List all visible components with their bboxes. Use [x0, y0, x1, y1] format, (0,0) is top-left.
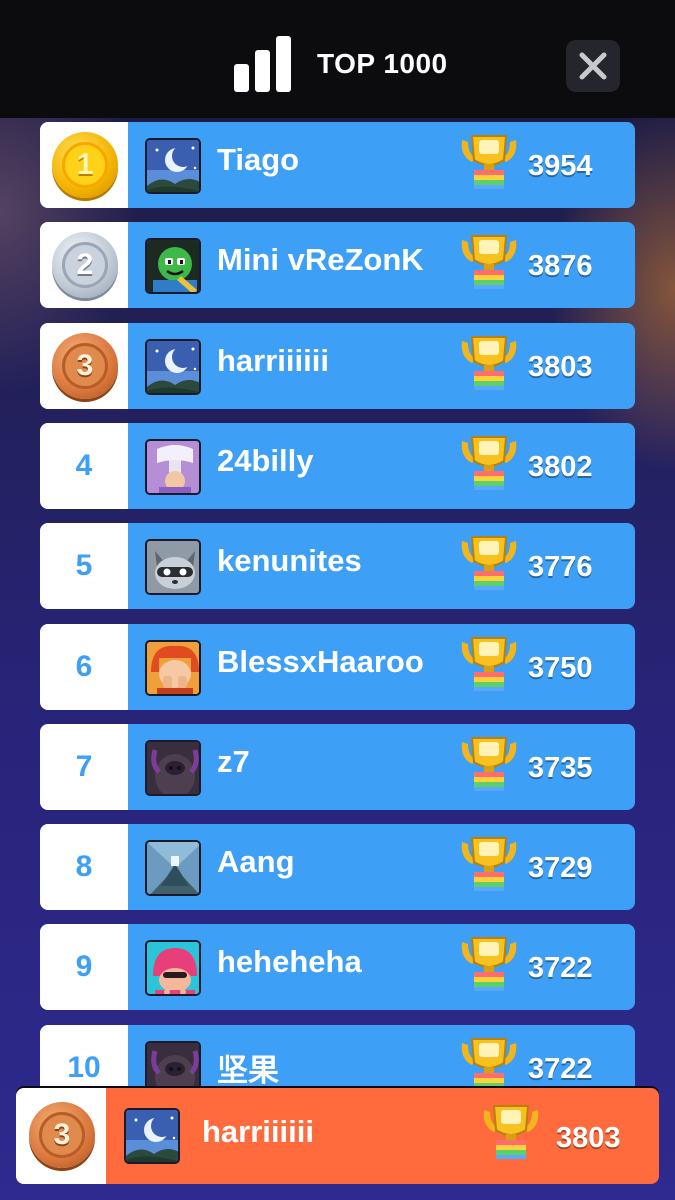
rank-cell: 1: [40, 122, 128, 208]
player-name: Mini vReZonK: [217, 242, 424, 277]
trophy-icon: [458, 736, 520, 792]
leaderboard-row[interactable]: 5 kenunites 3776: [40, 523, 635, 609]
leaderboard-row[interactable]: 3 harriiiiii 3803: [40, 323, 635, 409]
trophy-count: 3750: [528, 652, 593, 684]
player-name: BlessxHaaroo: [217, 644, 424, 679]
leaderboard-bars-icon: [234, 36, 292, 92]
bronze-medal-icon: 3: [29, 1102, 95, 1168]
trophy-icon: [458, 636, 520, 692]
player-name: Aang: [217, 844, 295, 879]
trophy-count: 3954: [528, 150, 593, 182]
trophy-icon: [458, 535, 520, 591]
rank-number: 6: [75, 650, 93, 683]
close-icon: [579, 52, 607, 80]
rank-cell: 3: [16, 1088, 106, 1184]
rank-cell: 7: [40, 724, 128, 810]
player-name: z7: [217, 744, 250, 779]
trophy-count: 3803: [556, 1122, 621, 1154]
trophy-count: 3876: [528, 250, 593, 282]
dark-beast-avatar: [145, 740, 201, 796]
trophy-count: 3776: [528, 551, 593, 583]
player-name: Tiago: [217, 142, 300, 177]
rank-cell: 4: [40, 423, 128, 509]
player-name: harriiiiii: [202, 1114, 314, 1149]
silver-medal-icon: 2: [52, 232, 118, 298]
trophy-icon: [458, 836, 520, 892]
leaderboard-row[interactable]: 8 Aang 3729: [40, 824, 635, 910]
trophy-icon: [458, 234, 520, 290]
rank-number: 2: [76, 248, 94, 281]
rank-cell: 8: [40, 824, 128, 910]
trophy-icon: [458, 1037, 520, 1093]
trophy-icon: [458, 335, 520, 391]
temple-avatar: [145, 840, 201, 896]
rank-number: 4: [75, 449, 93, 482]
leaderboard-row[interactable]: 9 heheheha 3722: [40, 924, 635, 1010]
current-player-row[interactable]: 3 harriiiiii 3803: [16, 1088, 659, 1184]
player-name: kenunites: [217, 543, 362, 578]
rank-number: 9: [75, 950, 93, 983]
rank-number: 1: [76, 148, 94, 181]
night-moon-avatar: [124, 1108, 180, 1164]
rank-cell: 9: [40, 924, 128, 1010]
rank-cell: 2: [40, 222, 128, 308]
player-name: heheheha: [217, 944, 362, 979]
axe-princess-avatar: [145, 439, 201, 495]
trophy-count: 3729: [528, 852, 593, 884]
rank-number: 3: [53, 1118, 71, 1151]
leaderboard-row[interactable]: 4 24billy 3802: [40, 423, 635, 509]
rank-number: 7: [75, 750, 93, 783]
rank-cell: 3: [40, 323, 128, 409]
bronze-medal-icon: 3: [52, 333, 118, 399]
trophy-icon: [480, 1104, 542, 1160]
night-moon-avatar: [145, 339, 201, 395]
player-name: 坚果: [217, 1053, 279, 1088]
rank-number: 8: [75, 850, 93, 883]
leaderboard-row[interactable]: 7 z7 3735: [40, 724, 635, 810]
night-moon-avatar: [145, 138, 201, 194]
pink-hair-avatar: [145, 940, 201, 996]
trophy-icon: [458, 435, 520, 491]
raccoon-avatar: [145, 539, 201, 595]
trophy-count: 3735: [528, 752, 593, 784]
trophy-count: 3803: [528, 351, 593, 383]
trophy-icon: [458, 134, 520, 190]
leaderboard-row[interactable]: 6 BlessxHaaroo 3750: [40, 624, 635, 710]
player-name: harriiiiii: [217, 343, 329, 378]
trophy-icon: [458, 936, 520, 992]
player-name: 24billy: [217, 443, 314, 478]
top-bar: TOP 1000: [0, 0, 675, 118]
red-hair-girl-avatar: [145, 640, 201, 696]
gold-medal-icon: 1: [52, 132, 118, 198]
leaderboard-row[interactable]: 2 Mini vReZonK 3876: [40, 222, 635, 308]
page-title: TOP 1000: [317, 48, 448, 79]
leaderboard-row[interactable]: 1 Tiago 3954: [40, 122, 635, 208]
trophy-count: 3802: [528, 451, 593, 483]
trophy-count: 3722: [528, 952, 593, 984]
close-button[interactable]: [566, 40, 620, 92]
rank-number: 3: [76, 349, 94, 382]
trophy-count: 3722: [528, 1053, 593, 1085]
rank-number: 5: [75, 549, 93, 582]
rank-cell: 5: [40, 523, 128, 609]
rank-cell: 6: [40, 624, 128, 710]
green-goblin-avatar: [145, 238, 201, 294]
